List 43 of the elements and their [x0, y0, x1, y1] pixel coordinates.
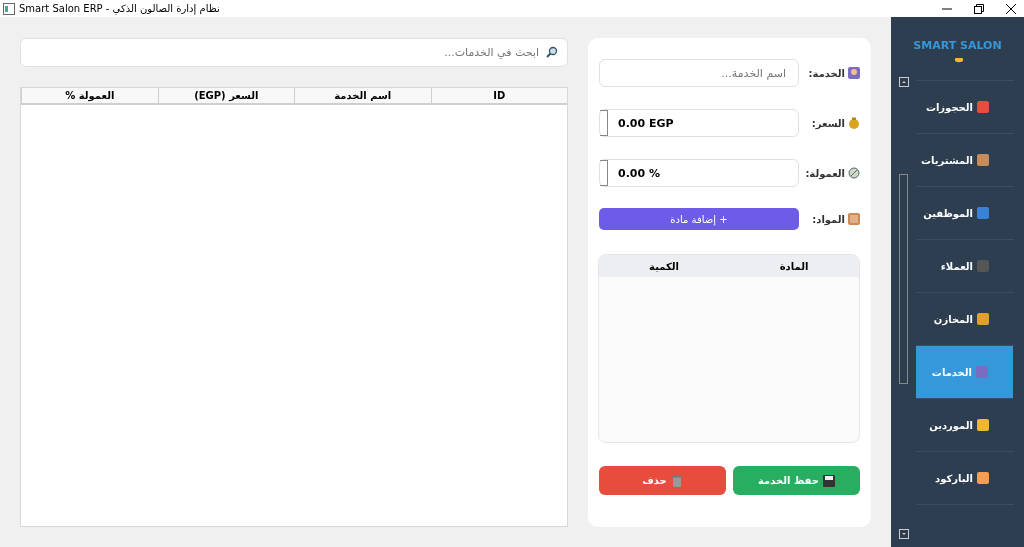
column-header[interactable]: السعر (EGP): [157, 88, 294, 103]
sidebar-item[interactable]: الحجوزات: [916, 81, 1014, 134]
menu-item-icon: [977, 472, 989, 484]
sidebar-item[interactable]: المشتريات: [916, 134, 1014, 187]
menu-item-icon: [977, 313, 989, 325]
menu-item-icon: [977, 101, 989, 113]
close-icon[interactable]: [1006, 3, 1016, 14]
column-header[interactable]: الكمية: [599, 260, 729, 272]
menu-item-icon: [977, 260, 989, 272]
scroll-down-icon[interactable]: [899, 529, 909, 539]
box-icon: [848, 213, 860, 225]
sidebar-item[interactable]: الموردين: [916, 399, 1014, 452]
scrollbar[interactable]: [899, 174, 908, 384]
restore-icon[interactable]: [974, 3, 984, 14]
delete-button[interactable]: حذف: [599, 466, 726, 495]
service-name-field[interactable]: اسم الخدمة...: [599, 59, 799, 87]
menu-item-icon: [977, 207, 989, 219]
column-header[interactable]: اسم الخدمة: [294, 88, 431, 103]
search-icon: [546, 46, 558, 58]
field-label: العمولة:: [805, 167, 845, 179]
price-field[interactable]: 0.00 EGP: [599, 109, 799, 137]
window-title: Smart Salon ERP - نظام إدارة الصالون الذكي: [19, 3, 220, 14]
floppy-icon: [823, 474, 835, 487]
brand-logo: SMART SALON: [912, 38, 1003, 54]
column-header[interactable]: ID: [430, 88, 567, 103]
search-field[interactable]: ابحث في الخدمات...: [20, 38, 568, 67]
column-header[interactable]: المادة: [729, 260, 859, 272]
person-icon: [848, 67, 860, 79]
column-header[interactable]: العمولة %: [21, 88, 158, 103]
field-label: الخدمة:: [808, 67, 845, 79]
sidebar-item[interactable]: العملاء: [916, 240, 1014, 293]
money-bag-icon: [848, 117, 860, 129]
menu-item-icon: [976, 366, 988, 378]
add-material-button[interactable]: + إضافة مادة: [599, 208, 799, 230]
menu-item-icon: [977, 154, 989, 166]
commission-field[interactable]: 0.00 %: [599, 159, 799, 187]
trash-icon: [670, 474, 683, 487]
field-label: المواد:: [812, 213, 845, 225]
scroll-up-icon[interactable]: [899, 77, 909, 87]
field-label: السعر:: [811, 117, 845, 129]
sidebar-item[interactable]: الباركود: [916, 452, 1014, 505]
sidebar-item[interactable]: الموظفين: [916, 187, 1014, 240]
menu-item-icon: [977, 419, 989, 431]
